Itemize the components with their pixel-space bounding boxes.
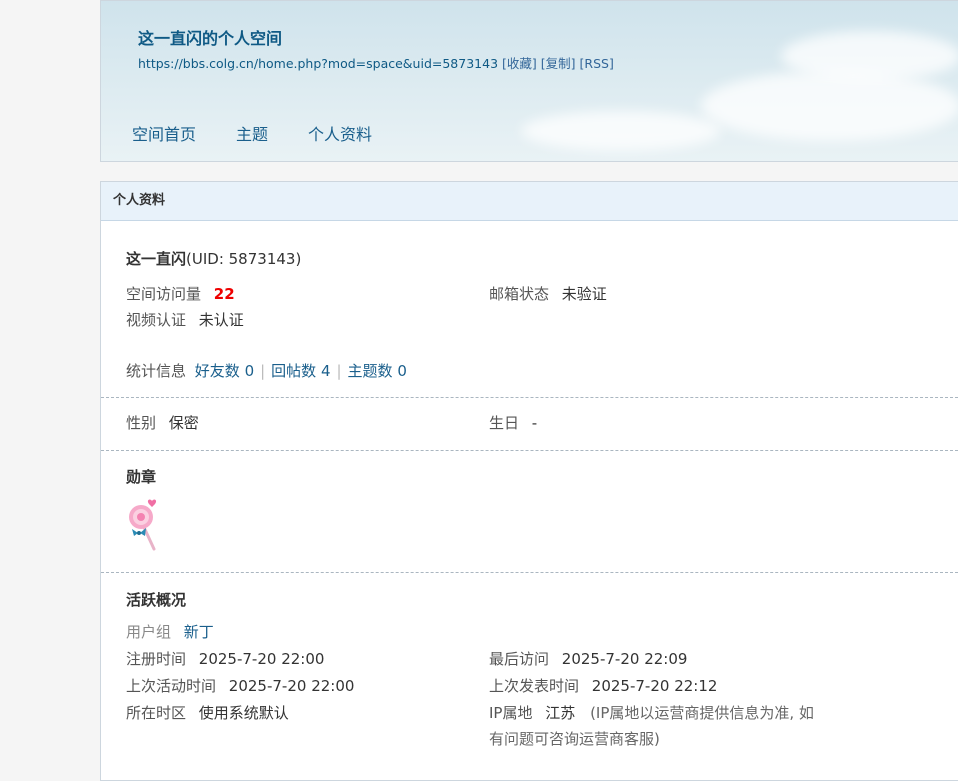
username: 这一直闪 bbox=[126, 250, 187, 268]
visits-label: 空间访问量 bbox=[126, 285, 202, 303]
last-post-label: 上次发表时间 bbox=[489, 677, 580, 695]
topics-count-link[interactable]: 主题数 0 bbox=[348, 362, 407, 380]
uid-text: (UID: 5873143) bbox=[186, 250, 302, 268]
nav-space-home[interactable]: 空间首页 bbox=[132, 121, 196, 145]
email-row: 邮箱状态 未验证 bbox=[489, 283, 607, 304]
replies-count-link[interactable]: 回帖数 4 bbox=[271, 362, 330, 380]
header-cloud-decoration bbox=[781, 31, 958, 81]
ip-note-line1: (IP属地以运营商提供信息为准, 如 bbox=[590, 704, 814, 722]
lollipop-icon[interactable] bbox=[126, 497, 162, 557]
nav-profile[interactable]: 个人资料 bbox=[308, 121, 372, 145]
space-url-line: https://bbs.colg.cn/home.php?mod=space&u… bbox=[138, 53, 614, 72]
last-active-label: 上次活动时间 bbox=[126, 677, 217, 695]
gender-row: 性别 保密 bbox=[126, 412, 199, 433]
divider bbox=[101, 572, 958, 573]
space-url: https://bbs.colg.cn/home.php?mod=space&u… bbox=[138, 56, 499, 71]
birthday-row: 生日 - bbox=[489, 412, 537, 433]
last-active-value: 2025-7-20 22:00 bbox=[228, 677, 355, 695]
birthday-value: - bbox=[531, 414, 538, 432]
ip-label: IP属地 bbox=[489, 704, 533, 722]
copy-link[interactable]: [复制] bbox=[541, 56, 576, 71]
register-row: 注册时间 2025-7-20 22:00 bbox=[126, 648, 324, 669]
space-nav: 空间首页 主题 个人资料 bbox=[132, 121, 372, 145]
nav-topics[interactable]: 主题 bbox=[236, 121, 268, 145]
last-post-row: 上次发表时间 2025-7-20 22:12 bbox=[489, 675, 717, 696]
friends-count-link[interactable]: 好友数 0 bbox=[195, 362, 254, 380]
video-row: 视频认证 未认证 bbox=[126, 309, 244, 330]
video-label: 视频认证 bbox=[126, 311, 187, 329]
group-label: 用户组 bbox=[126, 623, 172, 641]
profile-panel: 个人资料 这一直闪(UID: 5873143) 空间访问量 22 邮箱状态 未验… bbox=[100, 181, 958, 781]
timezone-label: 所在时区 bbox=[126, 704, 187, 722]
email-value: 未验证 bbox=[561, 285, 607, 303]
register-label: 注册时间 bbox=[126, 650, 187, 668]
video-value: 未认证 bbox=[198, 311, 244, 329]
timezone-row: 所在时区 使用系统默认 bbox=[126, 702, 289, 723]
header-cloud-decoration bbox=[701, 71, 958, 141]
stats-separator: | bbox=[336, 362, 342, 380]
email-label: 邮箱状态 bbox=[489, 285, 550, 303]
activity-heading: 活跃概况 bbox=[126, 591, 187, 609]
group-value-link[interactable]: 新丁 bbox=[184, 623, 214, 641]
birthday-label: 生日 bbox=[489, 414, 520, 432]
medals-heading: 勋章 bbox=[126, 468, 157, 486]
last-active-row: 上次活动时间 2025-7-20 22:00 bbox=[126, 675, 354, 696]
last-visit-label: 最后访问 bbox=[489, 650, 550, 668]
stats-separator: | bbox=[260, 362, 266, 380]
stats-row: 统计信息 好友数 0 | 回帖数 4 | 主题数 0 bbox=[126, 360, 407, 381]
visits-value: 22 bbox=[213, 285, 235, 303]
ip-note-line2: 有问题可咨询运营商客服) bbox=[489, 730, 660, 748]
last-visit-row: 最后访问 2025-7-20 22:09 bbox=[489, 648, 687, 669]
last-post-value: 2025-7-20 22:12 bbox=[591, 677, 718, 695]
favorite-link[interactable]: [收藏] bbox=[502, 56, 537, 71]
header-cloud-decoration bbox=[521, 111, 721, 151]
username-line: 这一直闪(UID: 5873143) bbox=[126, 248, 301, 269]
last-visit-value: 2025-7-20 22:09 bbox=[561, 650, 688, 668]
divider bbox=[101, 450, 958, 451]
ip-value: 江苏 bbox=[545, 704, 576, 722]
panel-title: 个人资料 bbox=[101, 182, 958, 221]
rss-link[interactable]: [RSS] bbox=[580, 56, 614, 71]
ip-note-line2-row: 有问题可咨询运营商客服) bbox=[489, 728, 660, 749]
group-row: 用户组 新丁 bbox=[126, 621, 214, 642]
space-title: 这一直闪的个人空间 bbox=[138, 29, 283, 48]
register-value: 2025-7-20 22:00 bbox=[198, 650, 325, 668]
ip-row: IP属地 江苏 (IP属地以运营商提供信息为准, 如 bbox=[489, 702, 814, 723]
stats-label: 统计信息 bbox=[126, 362, 187, 380]
gender-value: 保密 bbox=[168, 414, 199, 432]
divider bbox=[101, 397, 958, 398]
gender-label: 性别 bbox=[126, 414, 157, 432]
visits-row: 空间访问量 22 bbox=[126, 283, 235, 304]
space-header: 这一直闪的个人空间 https://bbs.colg.cn/home.php?m… bbox=[100, 0, 958, 162]
timezone-value: 使用系统默认 bbox=[198, 704, 289, 722]
